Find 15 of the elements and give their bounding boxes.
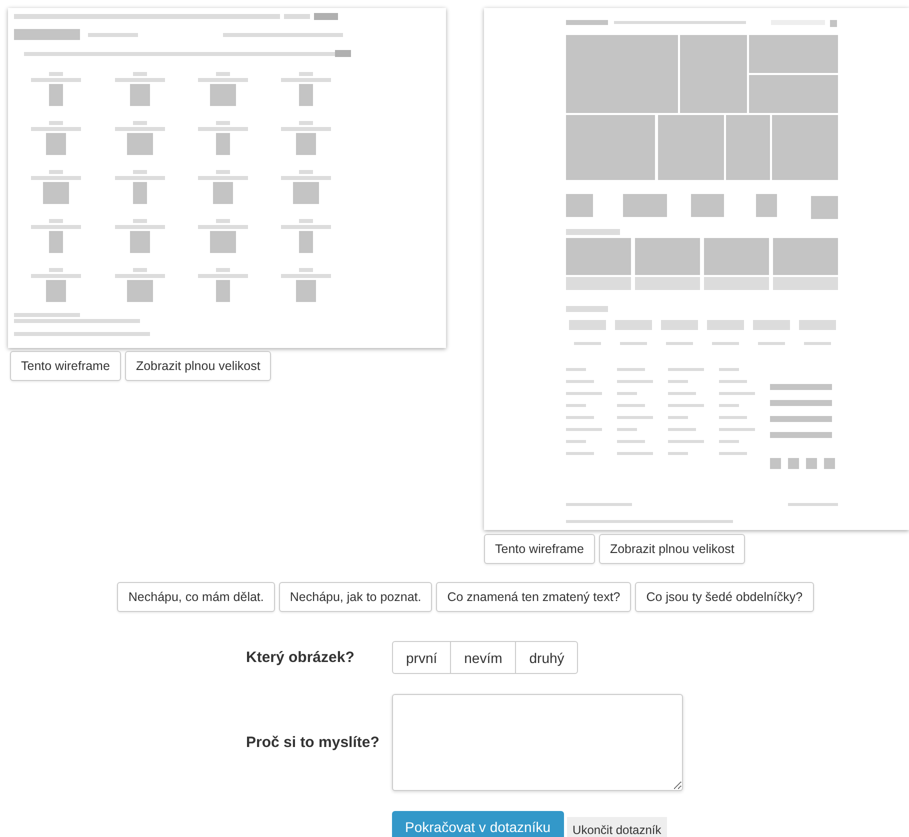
help-button[interactable]: Nechápu, jak to poznat.	[278, 582, 432, 612]
reason-label: Proč si to myslíte?	[246, 734, 380, 751]
choose-wireframe-button[interactable]: Tento wireframe	[484, 534, 595, 564]
answer-option[interactable]: druhý	[515, 641, 578, 674]
full-size-button[interactable]: Zobrazit plnou velikost	[598, 534, 746, 564]
question-label: Který obrázek?	[246, 649, 356, 666]
help-button[interactable]: Co jsou ty šedé obdelníčky?	[635, 582, 814, 612]
choose-wireframe-button[interactable]: Tento wireframe	[10, 351, 121, 381]
end-survey-button[interactable]: Ukončit dotazník	[566, 817, 668, 837]
reason-field[interactable]	[392, 694, 683, 791]
help-button[interactable]: Co znamená ten zmatený text?	[436, 582, 632, 612]
answer-option[interactable]: první	[392, 641, 452, 674]
answer-option[interactable]: nevím	[450, 641, 516, 674]
help-button[interactable]: Nechápu, co mám dělat.	[117, 582, 275, 612]
full-size-button[interactable]: Zobrazit plnou velikost	[124, 351, 272, 381]
